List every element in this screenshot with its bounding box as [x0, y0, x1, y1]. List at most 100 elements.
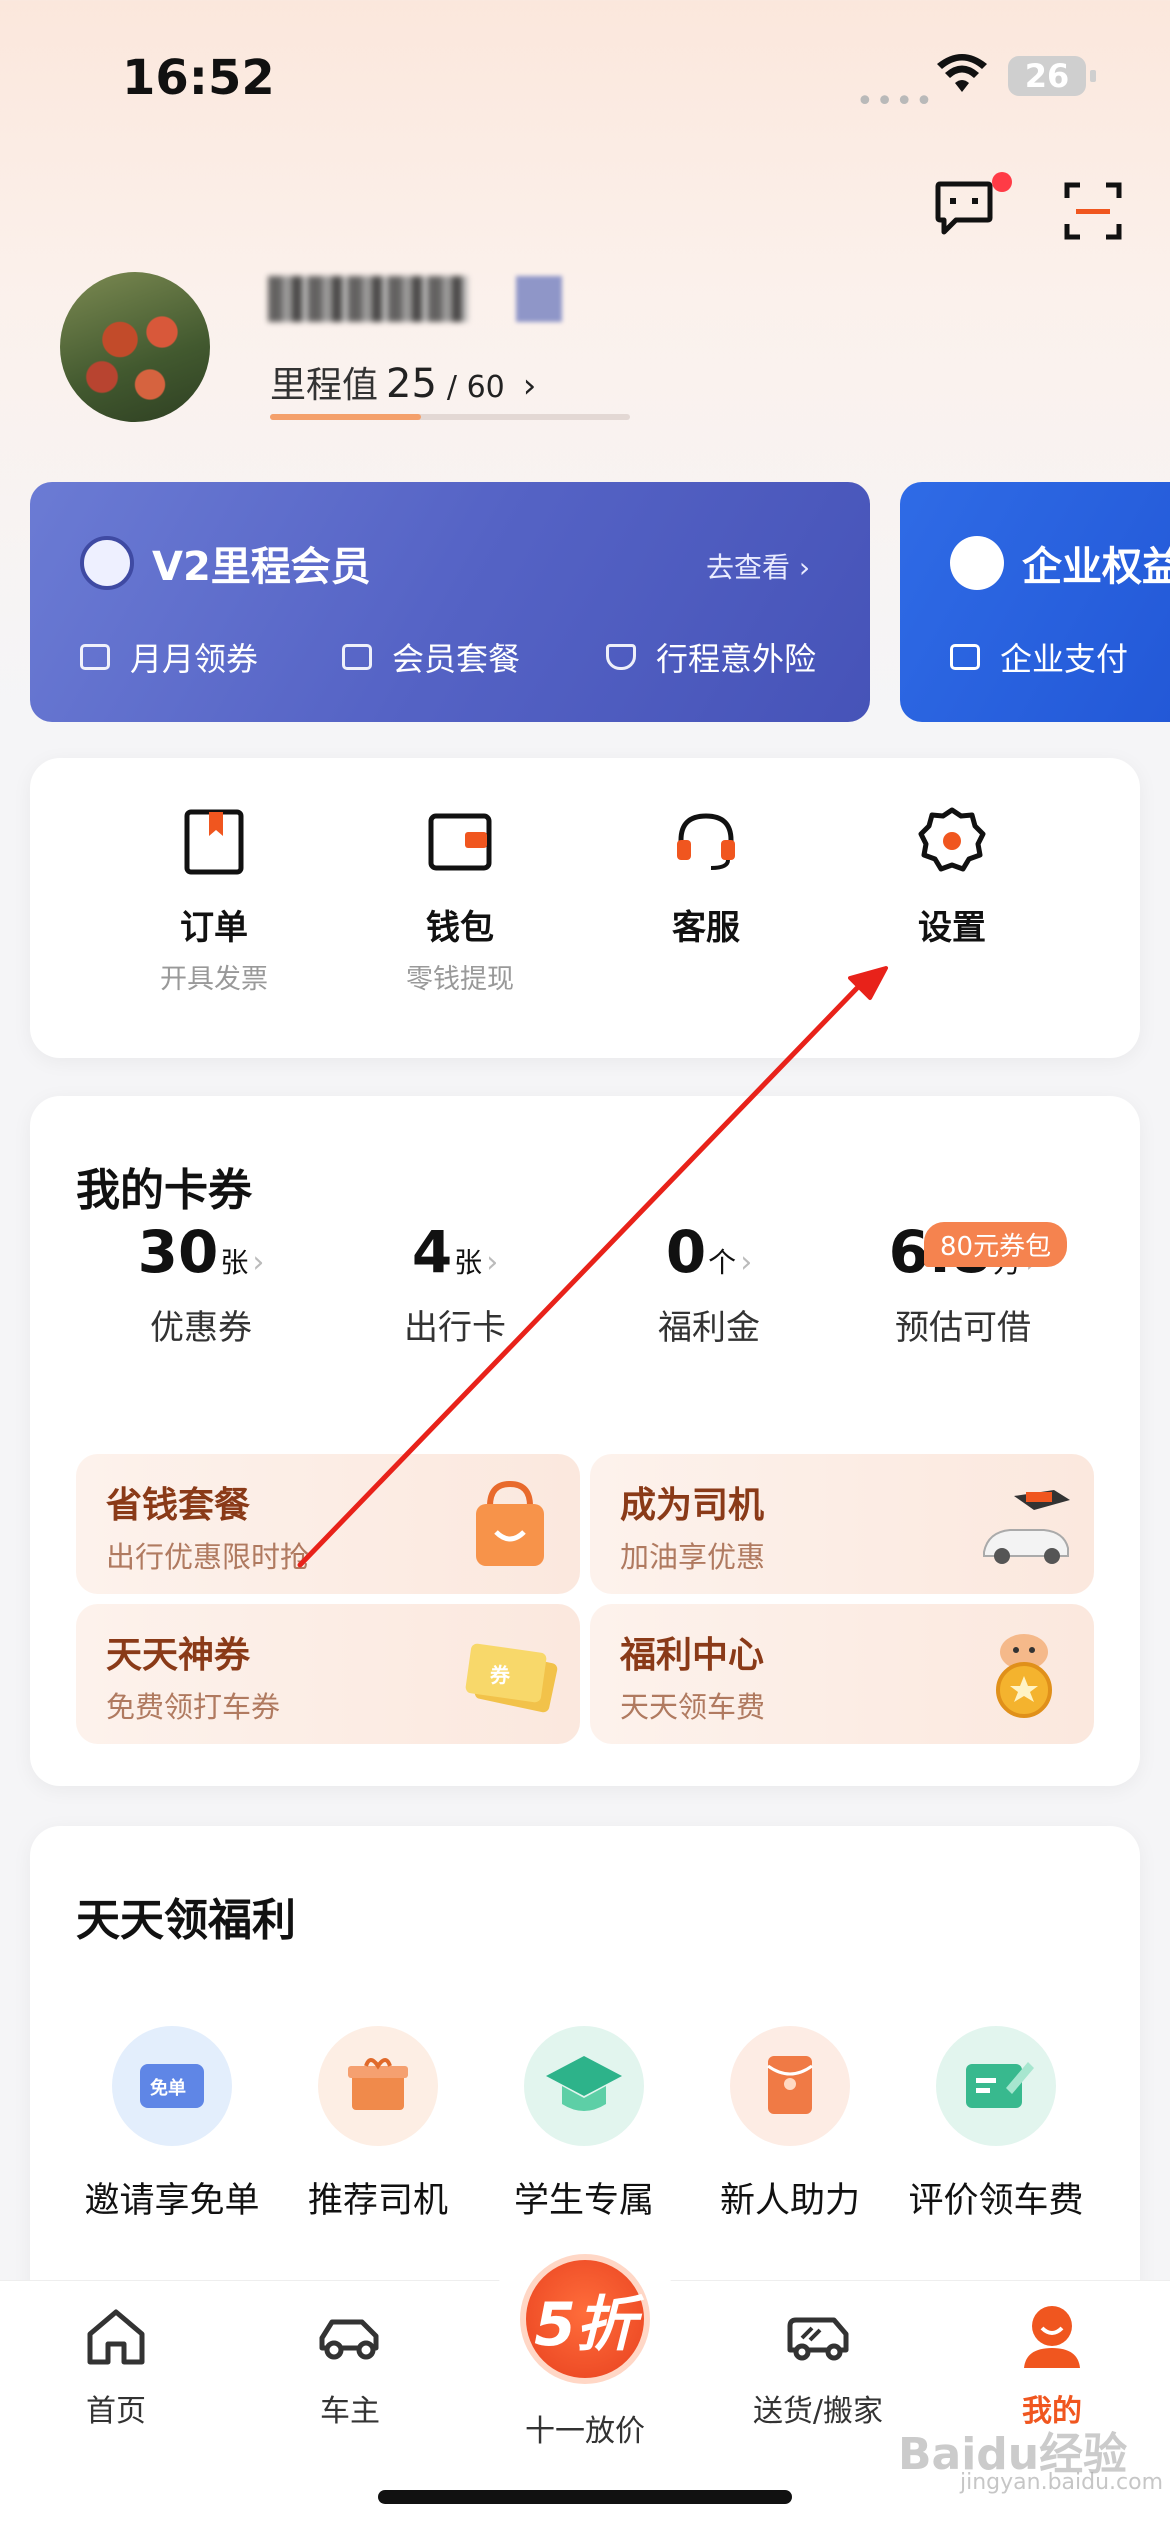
chevron-right-icon: ›	[486, 1245, 499, 1280]
gift-icon	[318, 2026, 438, 2146]
building-icon	[950, 536, 1004, 590]
membership-view-link[interactable]: 去查看 ›	[706, 546, 810, 586]
username-badge-blurred	[516, 276, 562, 322]
welfare-label: 邀请享免单	[84, 2181, 260, 2221]
review-icon	[936, 2026, 1056, 2146]
tab-label: 首页	[86, 2394, 146, 2429]
welfare-label: 评价领车费	[908, 2181, 1084, 2221]
svg-text:券: 券	[489, 1663, 511, 1687]
shortcut-label: 钱包	[426, 908, 494, 948]
promo-title: 天天神券	[106, 1635, 251, 1676]
car-fuel-icon	[983, 1490, 1070, 1564]
battery-cap	[1090, 70, 1096, 82]
promo-sub: 免费领打车券	[106, 1690, 281, 1724]
username-blurred	[268, 276, 468, 322]
coupons-panel: 我的卡券 30张› 优惠券 4张› 出行卡 0个› 福利金 6.8万› 预估可借…	[30, 1096, 1140, 1786]
mileage-label: 里程值	[270, 365, 379, 406]
scan-icon[interactable]	[1064, 182, 1122, 240]
stat-travel-cards[interactable]: 4 张 › 出行卡	[330, 1218, 580, 1349]
mileage-value: 25	[386, 361, 437, 407]
graduation-cap-icon	[524, 2026, 644, 2146]
mileage-progress-fill	[270, 414, 422, 420]
welfare-label: 新人助力	[719, 2181, 860, 2221]
shortcuts-panel: 订单 开具发票 钱包 零钱提现 客服 设置	[30, 758, 1140, 1058]
shortcut-service[interactable]: 客服	[606, 758, 806, 949]
shortcut-settings[interactable]: 设置	[852, 758, 1052, 949]
enterprise-payment-label: 企业支付	[1000, 640, 1129, 678]
tab-label: 送货/搬家	[752, 2394, 884, 2429]
shortcut-orders[interactable]: 订单 开具发票	[114, 758, 314, 996]
ticket-icon: 券	[465, 1643, 558, 1713]
coupon-pack-badge[interactable]: 80元券包	[924, 1222, 1068, 1267]
tab-delivery[interactable]: 送货/搬家	[718, 2300, 918, 2430]
member-benefit-label: 月月领券	[130, 640, 259, 678]
gift-box-icon	[80, 644, 110, 670]
enterprise-card[interactable]: 企业权益 企业支付	[900, 482, 1170, 722]
member-benefit-label: 会员套餐	[392, 640, 521, 678]
welfare-recommend-driver[interactable]: 推荐司机	[268, 2026, 488, 2223]
promo-daily-coupon[interactable]: 天天神券 免费领打车券 券	[76, 1604, 580, 1744]
welfare-label: 学生专属	[513, 2181, 654, 2221]
promo-sub: 加油享优惠	[620, 1540, 766, 1574]
promo-title: 成为司机	[620, 1485, 765, 1526]
shield-icon	[606, 644, 636, 670]
stat-welfare-funds[interactable]: 0 个 › 福利金	[584, 1218, 834, 1349]
shortcut-sub: 零钱提现	[406, 964, 514, 995]
gear-icon	[918, 807, 986, 872]
home-indicator[interactable]	[378, 2490, 792, 2504]
stat-coupons[interactable]: 30 张 › 优惠券	[76, 1218, 326, 1349]
promo-title: 省钱套餐	[106, 1485, 251, 1526]
chevron-right-icon: ›	[740, 1245, 753, 1280]
profile-icon	[1024, 2306, 1080, 2368]
enterprise-payment[interactable]: 企业支付	[950, 634, 1128, 680]
welfare-invite-free[interactable]: 免单 邀请享免单	[62, 2026, 282, 2223]
car-icon	[319, 2319, 379, 2360]
stat-label: 福利金	[658, 1308, 760, 1348]
membership-card[interactable]: V2里程会员 去查看 › 月月领券 会员套餐 行程意外险	[30, 482, 870, 722]
member-benefit-monthly-coupon[interactable]: 月月领券	[80, 634, 258, 680]
shortcut-sub: 开具发票	[160, 964, 268, 995]
headset-icon	[677, 813, 735, 870]
tab-home[interactable]: 首页	[16, 2300, 216, 2430]
message-icon[interactable]	[934, 180, 994, 236]
promo-badge-icon[interactable]: 5折	[520, 2254, 650, 2384]
tab-car-owner[interactable]: 车主	[250, 2300, 450, 2430]
free-ticket-badge-text: 免单	[150, 2077, 186, 2099]
promo-welfare-center[interactable]: 福利中心 天天领车费	[590, 1604, 1094, 1744]
chevron-right-icon: ›	[522, 366, 537, 406]
truck-icon	[787, 2317, 849, 2361]
welfare-student[interactable]: 学生专属	[474, 2026, 694, 2223]
promo-title: 福利中心	[620, 1635, 765, 1676]
stat-value: 0	[665, 1218, 707, 1286]
home-icon	[87, 2309, 145, 2365]
member-benefit-insurance[interactable]: 行程意外险	[606, 634, 816, 680]
mileage-link[interactable]: 里程值 25 / 60 ›	[270, 356, 536, 408]
stat-label: 预估可借	[895, 1308, 1031, 1348]
wallet-icon	[428, 813, 492, 871]
ticket-icon	[342, 644, 372, 670]
promo-savings-package[interactable]: 省钱套餐 出行优惠限时抢	[76, 1454, 580, 1594]
welfare-newcomer[interactable]: 新人助力	[680, 2026, 900, 2223]
welfare-label: 推荐司机	[307, 2181, 448, 2221]
membership-title: V2里程会员	[152, 544, 371, 590]
welfare-review[interactable]: 评价领车费	[886, 2026, 1106, 2223]
member-benefit-package[interactable]: 会员套餐	[342, 634, 520, 680]
red-envelope-icon	[730, 2026, 850, 2146]
stat-value: 4	[411, 1218, 453, 1286]
avatar[interactable]	[60, 272, 210, 422]
tab-holiday-promo[interactable]: 十一放价	[485, 2396, 685, 2450]
tab-label: 车主	[320, 2394, 380, 2429]
shopping-bag-icon	[476, 1480, 544, 1566]
shortcut-label: 设置	[918, 908, 986, 948]
mileage-max: / 60	[446, 370, 505, 405]
stat-unit: 张	[454, 1246, 483, 1279]
promo-become-driver[interactable]: 成为司机 加油享优惠	[590, 1454, 1094, 1594]
tab-mine[interactable]: 我的	[952, 2300, 1152, 2430]
welfare-title: 天天领福利	[76, 1895, 296, 1946]
cellular-signal-icon: ••••	[856, 84, 935, 119]
shortcut-wallet[interactable]: 钱包 零钱提现	[360, 758, 560, 996]
tab-label: 十一放价	[525, 2414, 645, 2449]
watermark-url: jingyan.baidu.com	[960, 2470, 1164, 2495]
promo-sub: 出行优惠限时抢	[106, 1540, 310, 1574]
status-time: 16:52	[122, 50, 275, 106]
